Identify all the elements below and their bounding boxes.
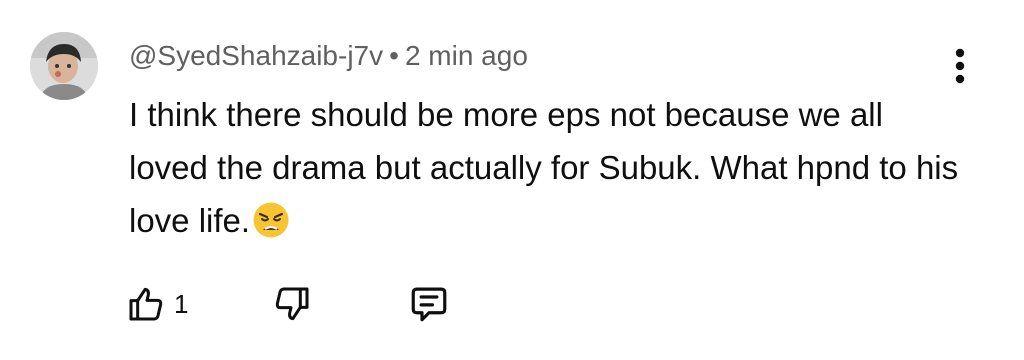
more-options-button[interactable]: [940, 46, 980, 86]
reply-button[interactable]: [408, 276, 450, 332]
thumb-down-icon: [275, 287, 309, 321]
like-button[interactable]: 1: [126, 276, 188, 332]
thumb-up-icon: [129, 287, 163, 321]
weary-face-icon: [253, 202, 289, 238]
more-vert-icon: [955, 48, 965, 84]
avatar[interactable]: [30, 32, 98, 100]
comment-body: I think there should be more eps not bec…: [129, 88, 969, 247]
author-handle[interactable]: @SyedShahzaib-j7v: [129, 40, 383, 71]
comment-meta: @SyedShahzaib-j7v • 2 min ago: [129, 38, 528, 74]
meta-separator: •: [389, 40, 399, 71]
dislike-button[interactable]: [272, 276, 312, 332]
comment-reply-icon: [411, 287, 447, 322]
comment-time: 2 min ago: [404, 40, 528, 71]
like-count: 1: [174, 288, 189, 319]
